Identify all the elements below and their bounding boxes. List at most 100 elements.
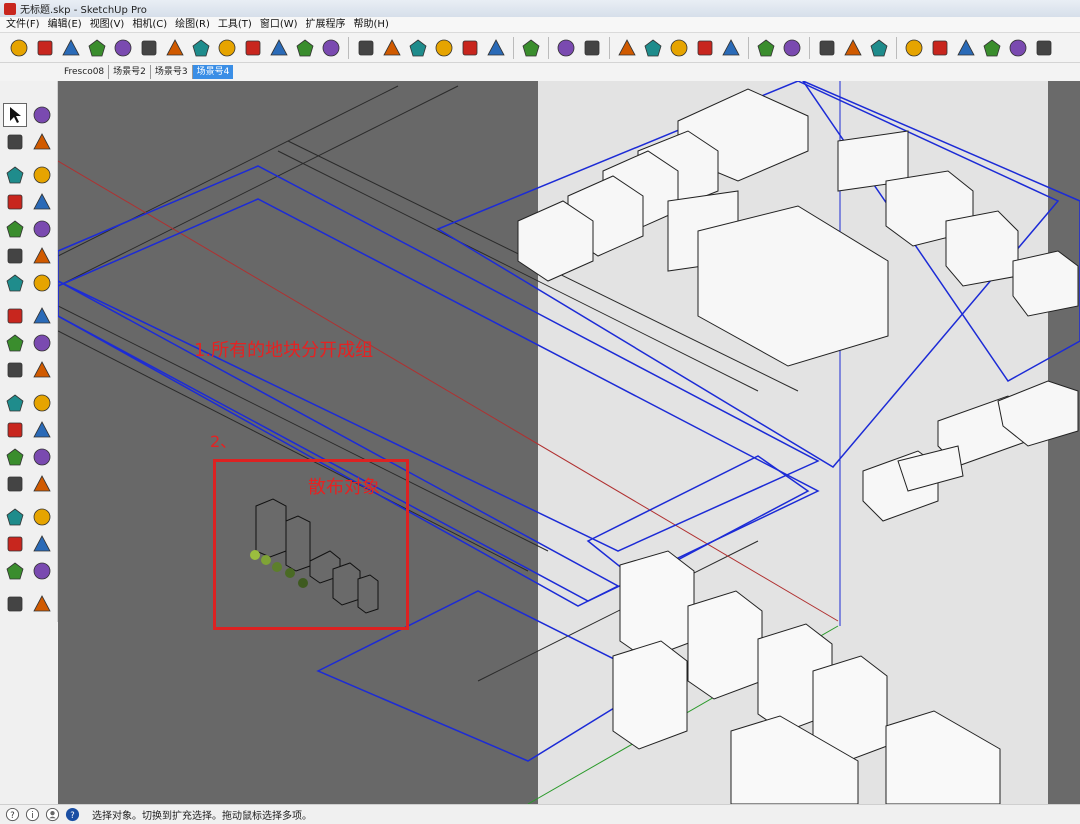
cap-icon[interactable]: [432, 36, 456, 60]
cursor-icon[interactable]: [484, 36, 508, 60]
br-icon[interactable]: [111, 36, 135, 60]
menu-item-6[interactable]: 窗口(W): [256, 18, 302, 32]
menu-item-2[interactable]: 视图(V): [86, 18, 129, 32]
pan-icon[interactable]: [30, 472, 54, 496]
select-icon[interactable]: [3, 102, 28, 127]
target-icon[interactable]: [293, 36, 317, 60]
menu-item-0[interactable]: 文件(F): [2, 18, 44, 32]
m-icon[interactable]: [7, 36, 31, 60]
arc2-icon[interactable]: [3, 271, 27, 295]
main-toolbar: [0, 33, 1080, 63]
rotate-icon[interactable]: [3, 331, 27, 355]
menu-item-5[interactable]: 工具(T): [214, 18, 256, 32]
dot-icon[interactable]: [354, 36, 378, 60]
cube-a-icon[interactable]: [902, 36, 926, 60]
status-bar: ? i ? 选择对象。切换到扩充选择。拖动鼠标选择多项。: [0, 804, 1080, 824]
user-icon[interactable]: [44, 807, 60, 823]
circle-icon[interactable]: [3, 217, 27, 241]
scene-tab-3[interactable]: 场景号4: [192, 65, 234, 79]
disabled-icon[interactable]: [519, 36, 543, 60]
ball-icon[interactable]: [458, 36, 482, 60]
menu-item-1[interactable]: 编辑(E): [44, 18, 86, 32]
brush-icon[interactable]: [215, 36, 239, 60]
camera-icon[interactable]: [780, 36, 804, 60]
text-icon[interactable]: [30, 418, 54, 442]
tree2-icon[interactable]: [267, 36, 291, 60]
tag-icon[interactable]: [33, 36, 57, 60]
status-text: 选择对象。切换到扩充选择。拖动鼠标选择多项。: [92, 811, 312, 822]
section-icon[interactable]: [30, 592, 54, 616]
zoom-window-icon[interactable]: [30, 505, 54, 529]
lamp-icon[interactable]: [380, 36, 404, 60]
menu-item-7[interactable]: 扩展程序: [302, 18, 350, 32]
component-icon[interactable]: [30, 103, 54, 127]
scale-icon[interactable]: [3, 358, 27, 382]
tool-row: [0, 416, 57, 443]
cube-d-icon[interactable]: [980, 36, 1004, 60]
svg-text:?: ?: [70, 810, 74, 820]
eraser-icon[interactable]: [30, 130, 54, 154]
tree4-icon[interactable]: [867, 36, 891, 60]
previous-icon[interactable]: [30, 532, 54, 556]
axes-icon[interactable]: [3, 445, 27, 469]
sphere-icon[interactable]: [189, 36, 213, 60]
pinwheel-icon[interactable]: [615, 36, 639, 60]
chart-icon[interactable]: [319, 36, 343, 60]
globe-icon[interactable]: [815, 36, 839, 60]
walk-icon[interactable]: [3, 559, 27, 583]
arc-icon[interactable]: [3, 244, 27, 268]
cube-c-icon[interactable]: [954, 36, 978, 60]
flag-icon[interactable]: [406, 36, 430, 60]
tree-icon[interactable]: [241, 36, 265, 60]
rect-select-icon[interactable]: [554, 36, 578, 60]
freehand-icon[interactable]: [30, 163, 54, 187]
arc3-icon[interactable]: [30, 271, 54, 295]
zoom-icon[interactable]: [3, 505, 27, 529]
tree3-icon[interactable]: [841, 36, 865, 60]
followme-icon[interactable]: [30, 331, 54, 355]
gear-icon[interactable]: [719, 36, 743, 60]
tag2-icon[interactable]: [163, 36, 187, 60]
help-icon[interactable]: ?: [64, 807, 80, 823]
toolbar-separator: [548, 36, 549, 59]
polygon-icon[interactable]: [30, 217, 54, 241]
dashed-select-icon[interactable]: [580, 36, 604, 60]
zoom-extents-icon[interactable]: [3, 532, 27, 556]
move-icon[interactable]: [3, 304, 27, 328]
paint-icon[interactable]: [3, 130, 27, 154]
lookaround-icon[interactable]: [30, 559, 54, 583]
sketchup-window: 无标题.skp - SketchUp Pro 文件(F) 编辑(E) 视图(V) 相机…: [0, 0, 1080, 824]
info-icon[interactable]: ?: [4, 807, 20, 823]
layers-icon[interactable]: [1032, 36, 1056, 60]
geo-icon[interactable]: i: [24, 807, 40, 823]
dimension-icon[interactable]: [30, 391, 54, 415]
pencil-icon[interactable]: [3, 163, 27, 187]
r-icon[interactable]: [59, 36, 83, 60]
cube-b-icon[interactable]: [928, 36, 952, 60]
protractor-icon[interactable]: [3, 418, 27, 442]
cube-e-icon[interactable]: [1006, 36, 1030, 60]
menu-item-4[interactable]: 绘图(R): [171, 18, 214, 32]
model-viewport[interactable]: 1.所有的地块分开成组 2、 散布对象: [58, 81, 1080, 804]
help-icon[interactable]: [137, 36, 161, 60]
offset-icon[interactable]: [30, 358, 54, 382]
menu-item-8[interactable]: 帮助(H): [350, 18, 393, 32]
color-wheel-icon[interactable]: [641, 36, 665, 60]
pie-icon[interactable]: [30, 244, 54, 268]
toolbar-separator: [896, 36, 897, 59]
menu-item-3[interactable]: 相机(C): [128, 18, 171, 32]
rotated-rect-icon[interactable]: [30, 190, 54, 214]
orbit-icon[interactable]: [3, 472, 27, 496]
doc-icon[interactable]: [693, 36, 717, 60]
rt-icon[interactable]: [85, 36, 109, 60]
footprint-icon[interactable]: [3, 592, 27, 616]
rectangle-icon[interactable]: [3, 190, 27, 214]
scene-tab-0[interactable]: Fresco08: [60, 65, 110, 79]
pushpull-icon[interactable]: [30, 304, 54, 328]
grid-icon[interactable]: [667, 36, 691, 60]
frame-icon[interactable]: [754, 36, 778, 60]
tape-icon[interactable]: [3, 391, 27, 415]
3dtext-icon[interactable]: [30, 445, 54, 469]
scene-tab-1[interactable]: 场景号2: [109, 65, 151, 79]
scene-tab-2[interactable]: 场景号3: [151, 65, 193, 79]
